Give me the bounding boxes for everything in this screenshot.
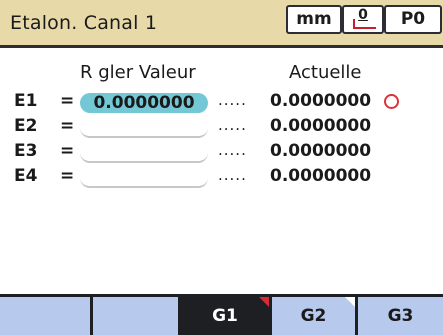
leader-dots: ..... [218, 166, 247, 184]
softkey-g2[interactable]: G2 [272, 297, 355, 335]
softkey-label: G2 [300, 306, 327, 326]
units-button[interactable]: mm [286, 5, 342, 34]
actual-value-e3: 0.0000000 [270, 141, 372, 161]
actual-header: Actuelle [289, 62, 362, 83]
softkey-2[interactable] [93, 297, 178, 335]
set-value-input-e2[interactable] [80, 118, 208, 138]
softkey-g3[interactable]: G3 [358, 297, 443, 335]
point-row-e3: E3 = ..... 0.0000000 [0, 141, 443, 165]
equals-sign: = [60, 116, 75, 136]
screen-title: Etalon. Canal 1 [10, 12, 158, 34]
calibration-panel: R gler Valeur Actuelle E1 = 0.0000000 ..… [0, 48, 443, 294]
softkey-1[interactable] [0, 297, 90, 335]
actual-value-e4: 0.0000000 [270, 166, 372, 186]
leader-dots: ..... [218, 116, 247, 134]
selected-corner-icon [259, 297, 269, 307]
preset-label: P0 [400, 9, 426, 29]
set-value-input-e3[interactable] [80, 143, 208, 163]
point-label: E3 [14, 141, 38, 161]
point-label: E2 [14, 116, 38, 136]
point-row-e4: E4 = ..... 0.0000000 [0, 166, 443, 190]
point-label: E1 [14, 91, 38, 111]
title-bar: Etalon. Canal 1 mm 0 P0 [0, 0, 443, 48]
softkey-label: G3 [387, 306, 414, 326]
preset-button[interactable]: P0 [384, 5, 442, 34]
point-row-e1: E1 = 0.0000000 ..... 0.0000000 [0, 91, 443, 115]
set-value-input-e4[interactable] [80, 168, 208, 188]
set-value-input-e1[interactable]: 0.0000000 [80, 93, 208, 113]
softkey-label: G1 [212, 306, 238, 326]
units-label: mm [296, 9, 332, 29]
reference-label: 0 [358, 7, 368, 23]
leader-dots: ..... [218, 141, 247, 159]
reference-zero-icon [353, 19, 376, 29]
equals-sign: = [60, 91, 75, 111]
actual-value-e2: 0.0000000 [270, 116, 372, 136]
equals-sign: = [60, 141, 75, 161]
softkey-g1[interactable]: G1 [181, 297, 269, 335]
reference-button[interactable]: 0 [342, 5, 384, 34]
circle-outline-icon [384, 94, 399, 109]
actual-value-e1: 0.0000000 [270, 91, 372, 111]
corner-icon [345, 297, 355, 307]
point-label: E4 [14, 166, 38, 186]
point-row-e2: E2 = ..... 0.0000000 [0, 116, 443, 140]
leader-dots: ..... [218, 91, 247, 109]
set-value-header: R gler Valeur [80, 62, 196, 83]
equals-sign: = [60, 166, 75, 186]
softkey-bar: G1 G2 G3 [0, 294, 443, 335]
